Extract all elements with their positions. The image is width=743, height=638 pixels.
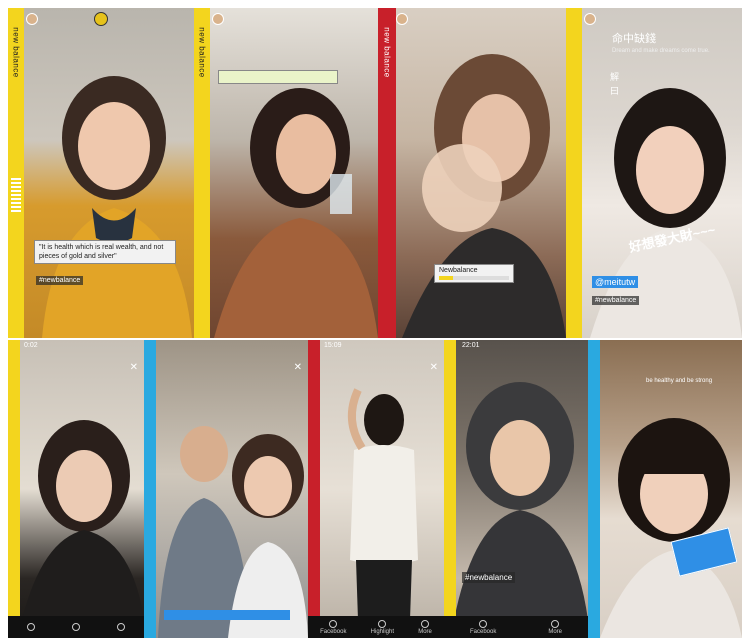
story-collage: new balance "It is health which is real … bbox=[0, 0, 743, 638]
mention-tag[interactable]: @meitutw bbox=[592, 276, 639, 288]
story-header bbox=[584, 12, 736, 26]
story-actions: Facebook Highlight More bbox=[308, 616, 444, 638]
status-time: 15:09 bbox=[324, 342, 342, 349]
action-facebook[interactable]: Facebook bbox=[320, 619, 346, 635]
person-illustration bbox=[42, 76, 192, 338]
brand-stripe-blue bbox=[588, 340, 600, 638]
status-time: 22:01 bbox=[462, 342, 480, 349]
action-icon[interactable] bbox=[71, 623, 80, 631]
avatar bbox=[212, 13, 224, 25]
brand-stripe-red bbox=[308, 340, 320, 638]
sticker-progress bbox=[439, 276, 509, 280]
action-icon[interactable] bbox=[117, 623, 126, 631]
hashtag[interactable]: #newbalance bbox=[462, 572, 516, 583]
brand-stripe-yellow: new balance bbox=[194, 8, 210, 338]
story-actions bbox=[8, 616, 144, 638]
person-illustration bbox=[348, 388, 418, 620]
explain-label-1: 解 bbox=[610, 72, 620, 82]
people-illustration bbox=[158, 426, 308, 638]
story-card-2[interactable]: new balance bbox=[194, 8, 378, 338]
caption-bar bbox=[164, 610, 290, 620]
avatar bbox=[584, 13, 596, 25]
status-time: 0:02 bbox=[24, 342, 38, 349]
brand-label: new balance bbox=[197, 27, 207, 78]
story-card-6[interactable]: ✕ bbox=[144, 340, 308, 638]
story-title: 命中缺錢 bbox=[612, 32, 656, 45]
story-subtitle: Dream and make dreams come true. bbox=[612, 48, 710, 54]
story-card-1[interactable]: new balance "It is health which is real … bbox=[8, 8, 194, 338]
sticker-title: Newbalance bbox=[439, 267, 478, 274]
story-card-9[interactable]: be healthy and be strong bbox=[588, 340, 742, 638]
quote-line-2: pieces of gold and silver" bbox=[39, 253, 117, 260]
avatar bbox=[26, 13, 38, 25]
brand-stripe-blue bbox=[144, 340, 156, 638]
caption-sticker bbox=[218, 70, 338, 84]
brand-label: new balance bbox=[382, 27, 392, 78]
quote-line-1: "It is health which is real wealth, and … bbox=[39, 244, 164, 251]
person-illustration bbox=[402, 54, 566, 338]
story-header bbox=[396, 12, 560, 26]
action-facebook[interactable]: Facebook bbox=[470, 619, 496, 635]
person-illustration bbox=[600, 418, 742, 638]
stripes-deco bbox=[11, 178, 21, 214]
story-card-5[interactable]: 0:02 ✕ bbox=[8, 340, 144, 638]
action-more[interactable]: More bbox=[418, 619, 432, 635]
story-tagline: be healthy and be strong bbox=[646, 378, 713, 384]
story-actions: Facebook More bbox=[444, 616, 588, 638]
brand-stripe-yellow bbox=[8, 340, 20, 638]
brand-stripe-red: new balance bbox=[378, 8, 396, 338]
person-illustration bbox=[214, 88, 378, 338]
close-icon[interactable]: ✕ bbox=[130, 362, 138, 373]
brand-badge-icon[interactable] bbox=[94, 12, 108, 26]
action-more[interactable]: More bbox=[548, 619, 562, 635]
close-icon[interactable]: ✕ bbox=[294, 362, 302, 373]
story-card-4[interactable]: 命中缺錢 Dream and make dreams come true. 解 … bbox=[566, 8, 742, 338]
hashtag[interactable]: #newbalance bbox=[592, 296, 640, 305]
person-illustration bbox=[22, 420, 144, 620]
quote-card: "It is health which is real wealth, and … bbox=[34, 240, 176, 264]
explain-label-2: 曰 bbox=[610, 86, 620, 96]
brand-stripe-yellow bbox=[566, 8, 582, 338]
poll-sticker[interactable]: Newbalance bbox=[434, 264, 514, 283]
close-icon[interactable]: ✕ bbox=[430, 362, 438, 373]
story-header bbox=[212, 12, 372, 26]
story-card-7[interactable]: 15:09 ✕ Facebook Highlight More bbox=[308, 340, 444, 638]
avatar bbox=[396, 13, 408, 25]
action-highlight[interactable]: Highlight bbox=[371, 619, 394, 635]
brand-label: new balance bbox=[11, 27, 21, 78]
action-icon[interactable] bbox=[26, 623, 35, 631]
brand-stripe-yellow bbox=[444, 340, 456, 638]
story-card-8[interactable]: 22:01 #newbalance Facebook More bbox=[444, 340, 588, 638]
brand-stripe-yellow: new balance bbox=[8, 8, 24, 338]
hashtag[interactable]: #newbalance bbox=[36, 276, 84, 285]
story-card-3[interactable]: new balance Newbalance bbox=[378, 8, 566, 338]
